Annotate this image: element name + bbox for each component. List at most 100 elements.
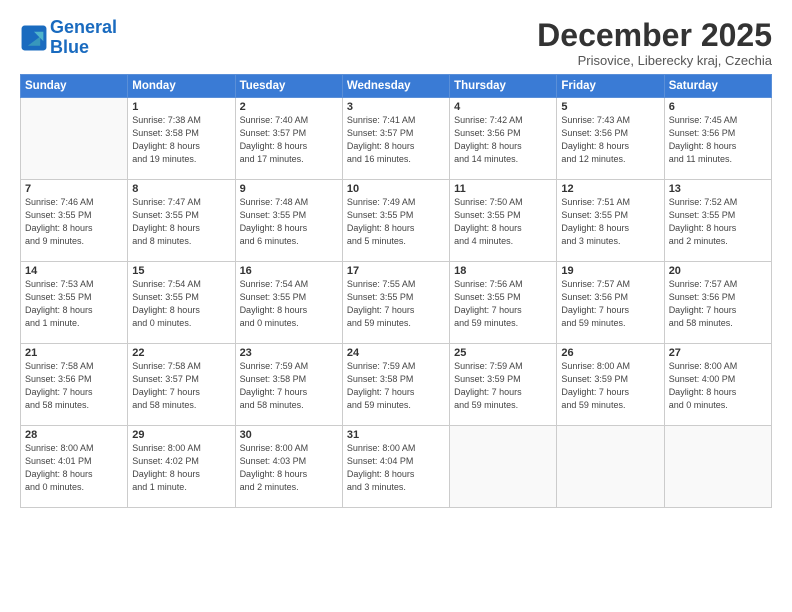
day-cell: 12Sunrise: 7:51 AM Sunset: 3:55 PM Dayli…: [557, 180, 664, 262]
day-number: 31: [347, 429, 445, 441]
title-block: December 2025 Prisovice, Liberecky kraj,…: [537, 18, 772, 68]
day-info: Sunrise: 7:59 AM Sunset: 3:58 PM Dayligh…: [240, 360, 338, 412]
day-cell: 10Sunrise: 7:49 AM Sunset: 3:55 PM Dayli…: [342, 180, 449, 262]
day-cell: 20Sunrise: 7:57 AM Sunset: 3:56 PM Dayli…: [664, 262, 771, 344]
day-cell: 3Sunrise: 7:41 AM Sunset: 3:57 PM Daylig…: [342, 98, 449, 180]
day-info: Sunrise: 8:00 AM Sunset: 4:02 PM Dayligh…: [132, 442, 230, 494]
day-cell: 5Sunrise: 7:43 AM Sunset: 3:56 PM Daylig…: [557, 98, 664, 180]
day-cell: 4Sunrise: 7:42 AM Sunset: 3:56 PM Daylig…: [450, 98, 557, 180]
week-row-1: 1Sunrise: 7:38 AM Sunset: 3:58 PM Daylig…: [21, 98, 772, 180]
day-cell: 27Sunrise: 8:00 AM Sunset: 4:00 PM Dayli…: [664, 344, 771, 426]
day-number: 18: [454, 265, 552, 277]
day-info: Sunrise: 7:59 AM Sunset: 3:59 PM Dayligh…: [454, 360, 552, 412]
week-row-3: 14Sunrise: 7:53 AM Sunset: 3:55 PM Dayli…: [21, 262, 772, 344]
day-number: 20: [669, 265, 767, 277]
day-info: Sunrise: 7:38 AM Sunset: 3:58 PM Dayligh…: [132, 114, 230, 166]
day-number: 13: [669, 183, 767, 195]
day-info: Sunrise: 7:42 AM Sunset: 3:56 PM Dayligh…: [454, 114, 552, 166]
day-cell: 7Sunrise: 7:46 AM Sunset: 3:55 PM Daylig…: [21, 180, 128, 262]
day-cell: 11Sunrise: 7:50 AM Sunset: 3:55 PM Dayli…: [450, 180, 557, 262]
day-info: Sunrise: 7:46 AM Sunset: 3:55 PM Dayligh…: [25, 196, 123, 248]
day-info: Sunrise: 7:40 AM Sunset: 3:57 PM Dayligh…: [240, 114, 338, 166]
col-header-tuesday: Tuesday: [235, 75, 342, 98]
logo-blue: Blue: [50, 37, 89, 57]
day-cell: 8Sunrise: 7:47 AM Sunset: 3:55 PM Daylig…: [128, 180, 235, 262]
day-number: 28: [25, 429, 123, 441]
day-cell: 31Sunrise: 8:00 AM Sunset: 4:04 PM Dayli…: [342, 426, 449, 508]
col-header-friday: Friday: [557, 75, 664, 98]
day-cell: 24Sunrise: 7:59 AM Sunset: 3:58 PM Dayli…: [342, 344, 449, 426]
day-cell: 29Sunrise: 8:00 AM Sunset: 4:02 PM Dayli…: [128, 426, 235, 508]
logo-general: General: [50, 17, 117, 37]
day-number: 26: [561, 347, 659, 359]
day-number: 30: [240, 429, 338, 441]
day-cell: 28Sunrise: 8:00 AM Sunset: 4:01 PM Dayli…: [21, 426, 128, 508]
day-cell: [664, 426, 771, 508]
day-info: Sunrise: 7:52 AM Sunset: 3:55 PM Dayligh…: [669, 196, 767, 248]
day-number: 21: [25, 347, 123, 359]
day-info: Sunrise: 7:48 AM Sunset: 3:55 PM Dayligh…: [240, 196, 338, 248]
day-cell: 21Sunrise: 7:58 AM Sunset: 3:56 PM Dayli…: [21, 344, 128, 426]
logo-text: General Blue: [50, 18, 117, 58]
day-cell: 14Sunrise: 7:53 AM Sunset: 3:55 PM Dayli…: [21, 262, 128, 344]
day-number: 6: [669, 101, 767, 113]
day-info: Sunrise: 7:57 AM Sunset: 3:56 PM Dayligh…: [561, 278, 659, 330]
day-cell: 19Sunrise: 7:57 AM Sunset: 3:56 PM Dayli…: [557, 262, 664, 344]
day-cell: [450, 426, 557, 508]
day-number: 10: [347, 183, 445, 195]
day-info: Sunrise: 7:54 AM Sunset: 3:55 PM Dayligh…: [132, 278, 230, 330]
logo-icon: [20, 24, 48, 52]
day-info: Sunrise: 8:00 AM Sunset: 4:03 PM Dayligh…: [240, 442, 338, 494]
day-cell: 25Sunrise: 7:59 AM Sunset: 3:59 PM Dayli…: [450, 344, 557, 426]
day-cell: 6Sunrise: 7:45 AM Sunset: 3:56 PM Daylig…: [664, 98, 771, 180]
day-number: 29: [132, 429, 230, 441]
day-info: Sunrise: 7:58 AM Sunset: 3:56 PM Dayligh…: [25, 360, 123, 412]
day-cell: 13Sunrise: 7:52 AM Sunset: 3:55 PM Dayli…: [664, 180, 771, 262]
page: General Blue December 2025 Prisovice, Li…: [0, 0, 792, 612]
day-cell: 18Sunrise: 7:56 AM Sunset: 3:55 PM Dayli…: [450, 262, 557, 344]
day-number: 8: [132, 183, 230, 195]
day-number: 3: [347, 101, 445, 113]
day-info: Sunrise: 7:58 AM Sunset: 3:57 PM Dayligh…: [132, 360, 230, 412]
week-row-5: 28Sunrise: 8:00 AM Sunset: 4:01 PM Dayli…: [21, 426, 772, 508]
day-number: 14: [25, 265, 123, 277]
day-info: Sunrise: 7:57 AM Sunset: 3:56 PM Dayligh…: [669, 278, 767, 330]
day-number: 22: [132, 347, 230, 359]
day-info: Sunrise: 7:45 AM Sunset: 3:56 PM Dayligh…: [669, 114, 767, 166]
day-number: 9: [240, 183, 338, 195]
col-header-wednesday: Wednesday: [342, 75, 449, 98]
day-number: 25: [454, 347, 552, 359]
day-number: 5: [561, 101, 659, 113]
day-cell: 15Sunrise: 7:54 AM Sunset: 3:55 PM Dayli…: [128, 262, 235, 344]
day-cell: [557, 426, 664, 508]
logo: General Blue: [20, 18, 117, 58]
day-info: Sunrise: 8:00 AM Sunset: 4:00 PM Dayligh…: [669, 360, 767, 412]
day-cell: 16Sunrise: 7:54 AM Sunset: 3:55 PM Dayli…: [235, 262, 342, 344]
day-cell: 17Sunrise: 7:55 AM Sunset: 3:55 PM Dayli…: [342, 262, 449, 344]
day-info: Sunrise: 7:54 AM Sunset: 3:55 PM Dayligh…: [240, 278, 338, 330]
col-header-saturday: Saturday: [664, 75, 771, 98]
day-info: Sunrise: 7:55 AM Sunset: 3:55 PM Dayligh…: [347, 278, 445, 330]
day-info: Sunrise: 7:51 AM Sunset: 3:55 PM Dayligh…: [561, 196, 659, 248]
day-info: Sunrise: 8:00 AM Sunset: 4:01 PM Dayligh…: [25, 442, 123, 494]
day-number: 16: [240, 265, 338, 277]
day-info: Sunrise: 8:00 AM Sunset: 4:04 PM Dayligh…: [347, 442, 445, 494]
col-header-thursday: Thursday: [450, 75, 557, 98]
day-number: 24: [347, 347, 445, 359]
day-number: 23: [240, 347, 338, 359]
day-info: Sunrise: 7:59 AM Sunset: 3:58 PM Dayligh…: [347, 360, 445, 412]
day-number: 27: [669, 347, 767, 359]
day-cell: 9Sunrise: 7:48 AM Sunset: 3:55 PM Daylig…: [235, 180, 342, 262]
day-info: Sunrise: 7:56 AM Sunset: 3:55 PM Dayligh…: [454, 278, 552, 330]
day-cell: 22Sunrise: 7:58 AM Sunset: 3:57 PM Dayli…: [128, 344, 235, 426]
day-cell: 23Sunrise: 7:59 AM Sunset: 3:58 PM Dayli…: [235, 344, 342, 426]
day-number: 12: [561, 183, 659, 195]
day-cell: 30Sunrise: 8:00 AM Sunset: 4:03 PM Dayli…: [235, 426, 342, 508]
day-number: 4: [454, 101, 552, 113]
day-number: 15: [132, 265, 230, 277]
day-number: 2: [240, 101, 338, 113]
day-info: Sunrise: 7:43 AM Sunset: 3:56 PM Dayligh…: [561, 114, 659, 166]
day-number: 11: [454, 183, 552, 195]
header-row: SundayMondayTuesdayWednesdayThursdayFrid…: [21, 75, 772, 98]
day-info: Sunrise: 7:47 AM Sunset: 3:55 PM Dayligh…: [132, 196, 230, 248]
